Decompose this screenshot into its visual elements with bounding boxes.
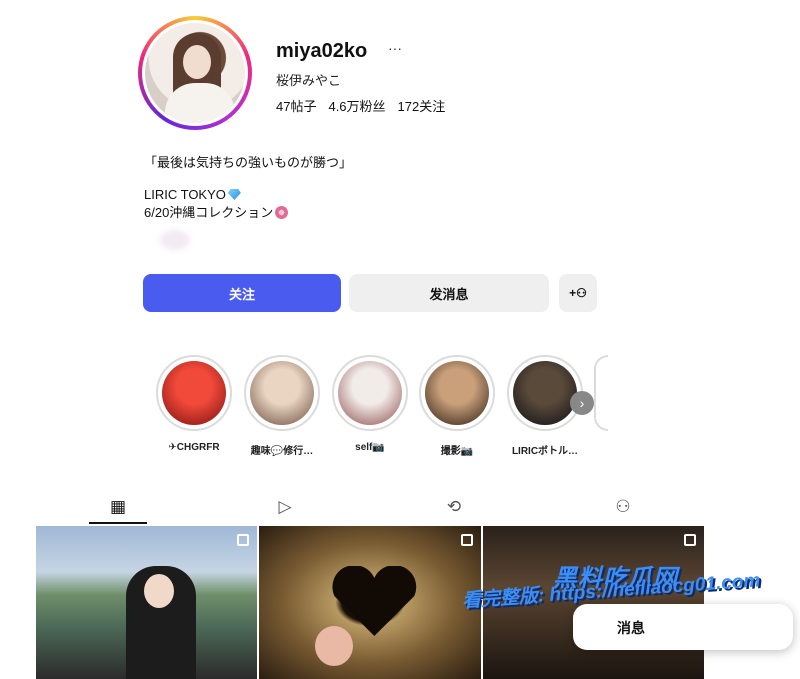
bio-event-line: 6/20沖縄コレクション — [144, 204, 352, 222]
bio-brand-line: LIRIC TOKYO — [144, 186, 352, 204]
bio-quote: 「最後は気持ちの強いものが勝つ」 — [144, 155, 353, 170]
posts-count[interactable]: 47帖子 — [276, 96, 316, 115]
carousel-icon — [460, 534, 473, 546]
grid-icon[interactable]: ▦ — [98, 490, 138, 524]
tagged-icon[interactable]: ⚇ — [603, 490, 643, 524]
followers-count[interactable]: 4.6万粉丝 — [328, 96, 385, 115]
add-user-icon: +⚇ — [569, 286, 587, 300]
bio-event: 6/20沖縄コレクション — [144, 205, 274, 220]
profile-avatar[interactable] — [138, 16, 252, 130]
post-thumbnail[interactable] — [36, 526, 258, 679]
highlight-label: self📷 — [355, 442, 385, 453]
highlight-label: 趣味💬修行… — [250, 446, 314, 457]
repost-icon[interactable]: ⟲ — [434, 490, 474, 524]
avatar-border — [142, 20, 248, 126]
carousel-icon — [683, 534, 696, 546]
bio: 「最後は気持ちの強いものが勝つ」 LIRIC TOKYO 6/20沖縄コレクショ… — [144, 154, 352, 222]
blurred-emoji — [160, 230, 190, 250]
highlight-thumbnail — [425, 361, 489, 425]
more-options-icon[interactable]: ··· — [388, 40, 402, 56]
follow-button[interactable]: 关注 — [143, 274, 341, 312]
bio-spacer — [144, 172, 352, 186]
highlight-ring — [419, 355, 495, 431]
heart-shape — [329, 566, 419, 636]
highlight-thumbnail — [513, 361, 577, 425]
floating-message-box[interactable]: 消息 — [573, 604, 793, 650]
following-count[interactable]: 172关注 — [398, 96, 446, 115]
highlight-partial — [594, 355, 608, 431]
avatar-face — [183, 45, 211, 79]
chevron-right-icon[interactable]: › — [570, 391, 594, 415]
avatar-body — [165, 83, 235, 123]
highlight-item[interactable]: self📷 — [332, 355, 408, 453]
message-button[interactable]: 发消息 — [349, 274, 549, 312]
highlight-thumbnail — [250, 361, 314, 425]
post-face — [144, 574, 174, 608]
active-tab-indicator — [89, 522, 147, 524]
profile-tabs: ▦ ▷ ⟲ ⚇ — [36, 490, 704, 524]
highlight-label: LIRICボトル… — [511, 446, 579, 457]
flower-icon — [275, 206, 289, 219]
avatar-photo — [145, 23, 245, 123]
highlight-item[interactable]: ✈CHGRFR — [156, 355, 232, 453]
gem-icon — [227, 189, 241, 200]
profile-stats: 47帖子 4.6万粉丝 172关注 — [276, 96, 445, 115]
reels-icon[interactable]: ▷ — [265, 490, 305, 524]
highlight-item[interactable]: 趣味💬修行… — [244, 355, 320, 457]
highlight-ring — [332, 355, 408, 431]
post-face — [315, 626, 354, 666]
highlight-ring — [156, 355, 232, 431]
highlight-ring — [507, 355, 583, 431]
add-user-button[interactable]: +⚇ — [559, 274, 597, 312]
highlight-thumbnail — [338, 361, 402, 425]
floating-message-label: 消息 — [617, 620, 645, 636]
highlight-label: ✈CHGRFR — [168, 442, 220, 453]
highlight-label: 撮影📷 — [440, 446, 474, 457]
bio-brand: LIRIC TOKYO — [144, 187, 226, 202]
carousel-icon — [237, 534, 250, 546]
highlight-thumbnail — [162, 361, 226, 425]
highlight-ring — [244, 355, 320, 431]
highlight-item[interactable]: 撮影📷 — [419, 355, 495, 457]
full-name: 桜伊みやこ — [276, 73, 342, 88]
post-thumbnail[interactable] — [259, 526, 481, 679]
username: miya02ko — [276, 40, 368, 62]
